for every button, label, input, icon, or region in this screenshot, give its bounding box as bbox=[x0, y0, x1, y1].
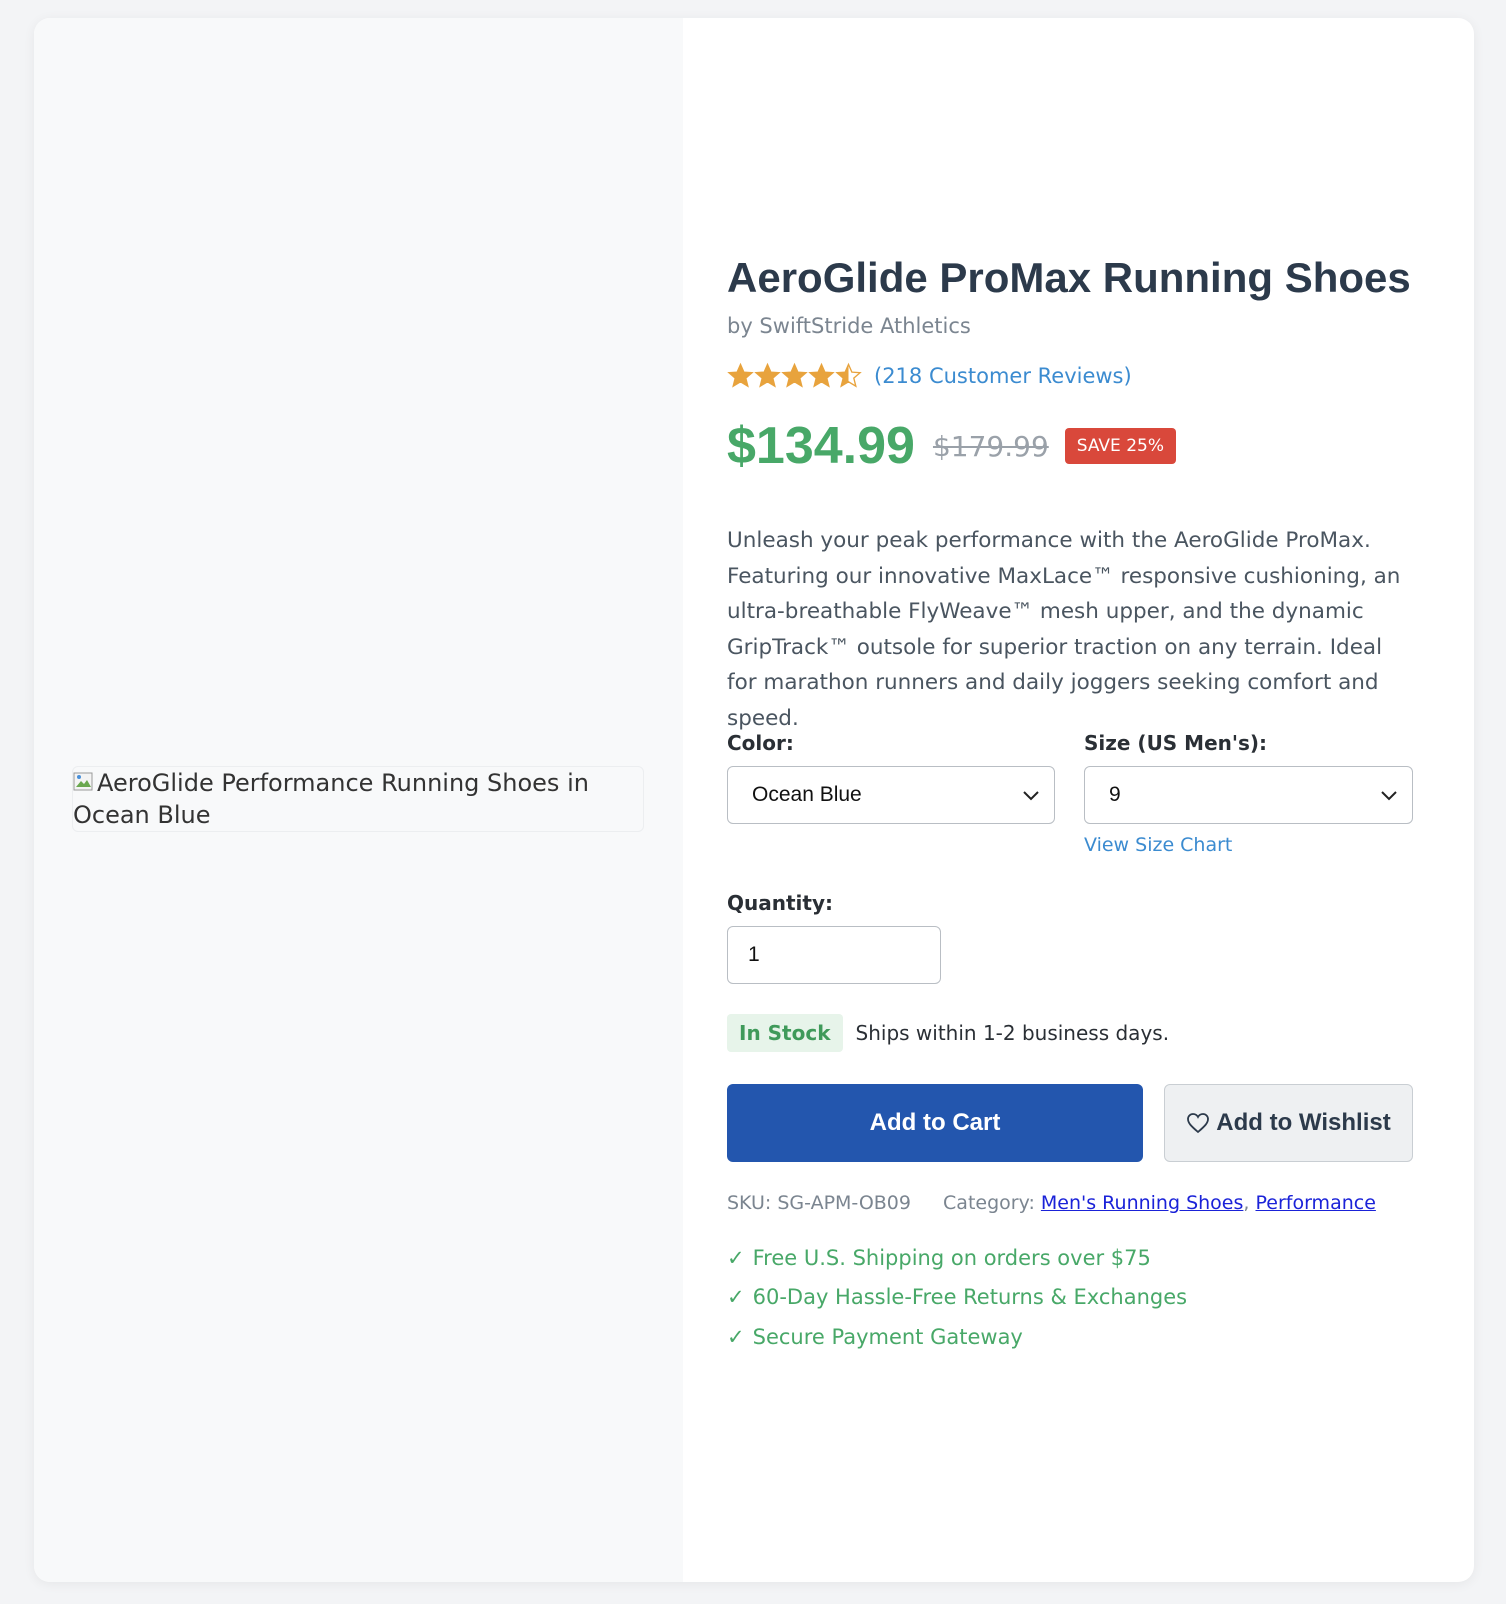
size-chart-link[interactable]: View Size Chart bbox=[1084, 834, 1232, 856]
save-badge: SAVE 25% bbox=[1064, 428, 1176, 464]
sku-text: SKU: SG-APM-OB09 bbox=[727, 1192, 911, 1214]
color-label: Color: bbox=[727, 731, 794, 755]
product-brand: by SwiftStride Athletics bbox=[727, 314, 971, 338]
shipping-text: Ships within 1-2 business days. bbox=[855, 1021, 1170, 1045]
original-price: $179.99 bbox=[932, 429, 1049, 463]
star-icon bbox=[781, 362, 808, 388]
checkmark-icon: ✓ bbox=[727, 1285, 745, 1310]
color-select[interactable]: Ocean Blue bbox=[727, 766, 1055, 824]
add-to-cart-label: Add to Cart bbox=[869, 1109, 1001, 1136]
size-select-value: 9 bbox=[1109, 783, 1121, 806]
size-select[interactable]: 9 bbox=[1084, 766, 1413, 824]
perks-list: ✓ Free U.S. Shipping on orders over $75 … bbox=[727, 1238, 1187, 1357]
checkmark-icon: ✓ bbox=[727, 1245, 745, 1270]
category-link-mens-running-shoes[interactable]: Men's Running Shoes bbox=[1041, 1192, 1244, 1214]
product-image-panel: AeroGlide Performance Running Shoes in O… bbox=[34, 18, 683, 1582]
star-icon bbox=[754, 362, 781, 388]
product-meta: SKU: SG-APM-OB09 Category: Men's Running… bbox=[727, 1192, 1376, 1214]
stock-row: In Stock Ships within 1-2 business days. bbox=[727, 1014, 1169, 1052]
checkmark-icon: ✓ bbox=[727, 1324, 745, 1349]
add-to-cart-button[interactable]: Add to Cart bbox=[727, 1084, 1143, 1162]
heart-outline-icon bbox=[1186, 1112, 1210, 1134]
reviews-link[interactable]: (218 Customer Reviews) bbox=[874, 364, 1132, 388]
star-icon bbox=[835, 362, 862, 388]
list-item: ✓ Secure Payment Gateway bbox=[727, 1317, 1187, 1357]
product-image[interactable]: AeroGlide Performance Running Shoes in O… bbox=[72, 766, 644, 832]
product-description: Unleash your peak performance with the A… bbox=[727, 528, 1401, 731]
size-label: Size (US Men's): bbox=[1084, 731, 1268, 755]
quantity-value: 1 bbox=[748, 943, 760, 966]
perk-text: Secure Payment Gateway bbox=[752, 1324, 1023, 1349]
category-label: Category: bbox=[943, 1192, 1035, 1214]
current-price: $134.99 bbox=[727, 417, 915, 475]
rating-row: (218 Customer Reviews) bbox=[727, 362, 1132, 389]
price-row: $134.99 $179.99 SAVE 25% bbox=[727, 416, 1176, 476]
category-link-performance[interactable]: Performance bbox=[1255, 1192, 1375, 1214]
perk-text: Free U.S. Shipping on orders over $75 bbox=[752, 1245, 1151, 1270]
list-item: ✓ 60-Day Hassle-Free Returns & Exchanges bbox=[727, 1278, 1187, 1318]
star-rating bbox=[727, 362, 862, 389]
product-card: AeroGlide Performance Running Shoes in O… bbox=[34, 18, 1474, 1582]
star-icon bbox=[808, 362, 835, 388]
broken-image-icon bbox=[73, 771, 95, 793]
product-title: AeroGlide ProMax Running Shoes bbox=[727, 254, 1411, 301]
color-select-value: Ocean Blue bbox=[752, 783, 862, 806]
stock-badge: In Stock bbox=[727, 1014, 843, 1052]
chevron-down-icon bbox=[1380, 787, 1398, 811]
category-separator: , bbox=[1243, 1192, 1250, 1214]
quantity-input[interactable]: 1 bbox=[727, 926, 941, 984]
quantity-label: Quantity: bbox=[727, 891, 833, 915]
star-icon bbox=[727, 362, 754, 388]
list-item: ✓ Free U.S. Shipping on orders over $75 bbox=[727, 1238, 1187, 1278]
product-info-panel: AeroGlide ProMax Running Shoes by SwiftS… bbox=[683, 18, 1474, 1582]
product-image-alt-text: AeroGlide Performance Running Shoes in O… bbox=[73, 769, 589, 829]
perk-text: 60-Day Hassle-Free Returns & Exchanges bbox=[752, 1285, 1188, 1310]
chevron-down-icon bbox=[1022, 787, 1040, 811]
add-to-wishlist-button[interactable]: Add to Wishlist bbox=[1164, 1084, 1413, 1162]
add-to-wishlist-label: Add to Wishlist bbox=[1216, 1109, 1391, 1136]
